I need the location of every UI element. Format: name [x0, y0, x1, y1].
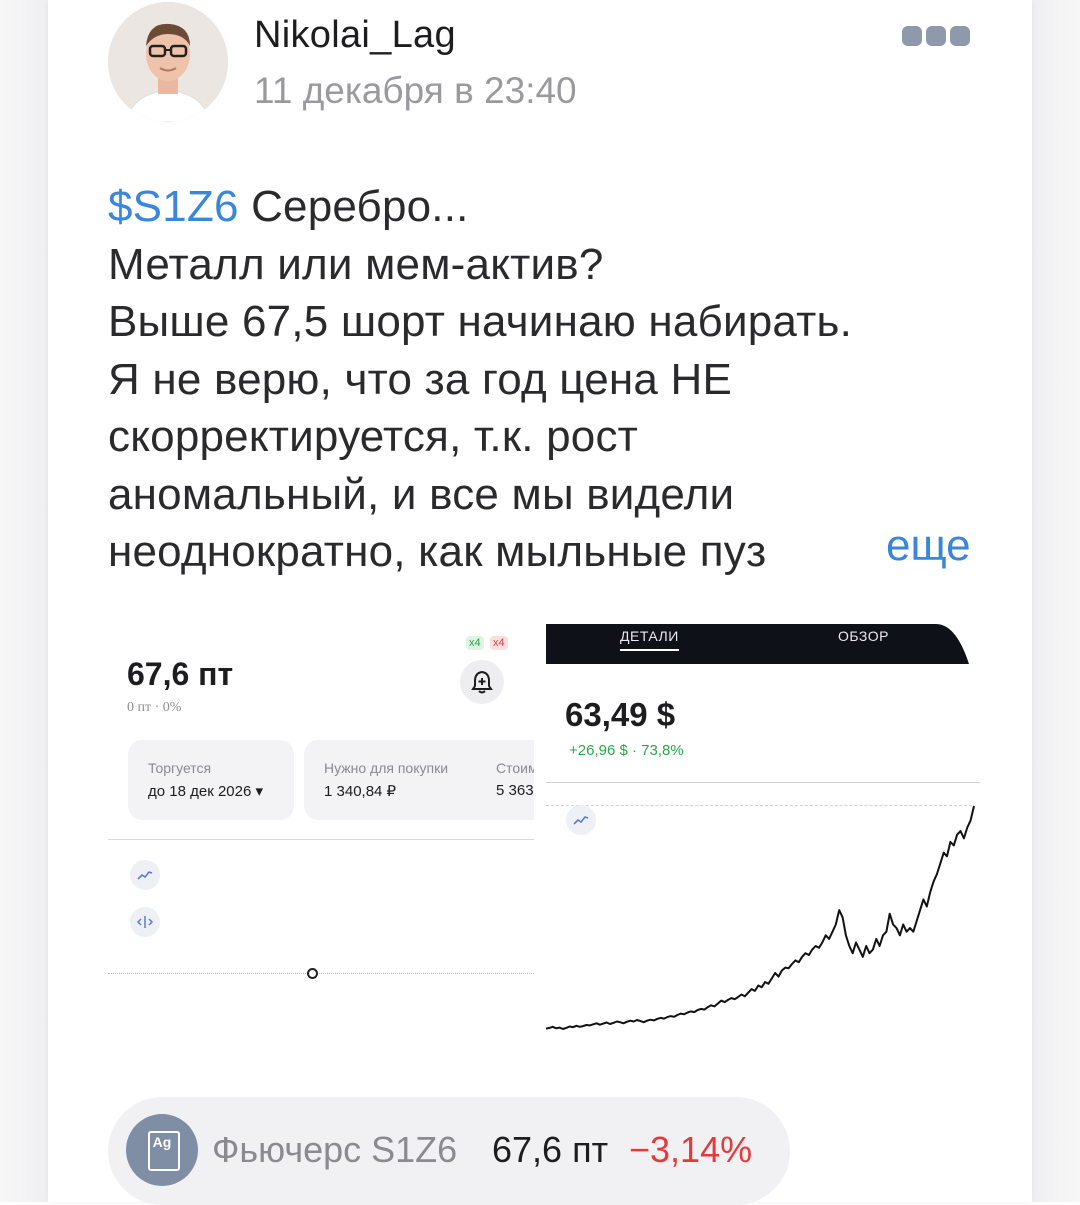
card-value: до 18 дек 2026 ▾ [148, 783, 264, 800]
right-margin [1032, 0, 1080, 1202]
silver-logo-icon: Ag [126, 1114, 198, 1186]
post-date: 11 декабря в 23:40 [254, 70, 577, 111]
post-line: Серебро... [238, 182, 469, 231]
post-line: Металл или мем-актив? [108, 239, 604, 289]
card-value: 5 363 [496, 782, 534, 799]
attached-screenshot-left[interactable]: 67,6 пт 0 пт · 0% x4 x4 Торгуется до 18 … [108, 624, 534, 1024]
dot-icon [902, 26, 922, 46]
left-margin [0, 0, 48, 1202]
attached-screenshot-right[interactable]: ДЕТАЛИ ОБЗОР 63,49 $ +26,96 $ · 73,8% [546, 624, 980, 1044]
instrument-price: 67,6 пт [492, 1129, 609, 1170]
dot-icon [950, 26, 970, 46]
split-arrows-icon [136, 916, 154, 928]
card-label: Стоим [496, 760, 534, 776]
dot-icon [926, 26, 946, 46]
trading-until-card[interactable]: Торгуется до 18 дек 2026 ▾ [128, 740, 294, 820]
author-avatar[interactable] [108, 2, 228, 122]
card-label: Нужно для покупки [324, 760, 449, 776]
price-point [307, 968, 318, 979]
post-text: $S1Z6 Серебро... Металл или мем-актив? В… [108, 178, 988, 581]
required-margin-card: Нужно для покупки 1 340,84 ₽ Стоим 5 363 [304, 740, 534, 820]
instrument-chip[interactable]: Ag Фьючерс S1Z6 67,6 пт −3,14% [108, 1097, 790, 1205]
futures-change: 0 пт · 0% [127, 700, 182, 715]
instrument-name: Фьючерс S1Z6 [212, 1129, 458, 1170]
post-line: скорректируется, т.к. рост [108, 412, 639, 461]
post-line: аномальный, и все мы видели [108, 469, 735, 519]
futures-price: 67,6 пт [127, 656, 234, 692]
avatar-photo [108, 2, 228, 122]
leverage-short-badge: x4 [490, 636, 508, 650]
more-options-icon[interactable] [902, 26, 972, 48]
ticker-link[interactable]: $S1Z6 [108, 182, 239, 231]
author-name[interactable]: Nikolai_Lag [254, 14, 456, 57]
instrument-change-percent: −3,14% [629, 1129, 753, 1170]
post-line: Выше 67,5 шорт начинаю набирать. [108, 297, 853, 346]
card-value: 1 340,84 ₽ [324, 783, 397, 800]
chart-type-icon[interactable] [130, 860, 160, 890]
show-more-link[interactable]: еще [880, 521, 971, 571]
leverage-long-badge: x4 [466, 636, 484, 650]
add-alert-icon[interactable] [460, 660, 504, 704]
post-line: неоднократно, как мыльные пуз [108, 527, 767, 576]
logo-label: Ag [152, 1134, 172, 1150]
price-series-line [546, 805, 975, 1030]
post-line: Я не верю, что за год цена НЕ [108, 354, 732, 404]
card-label: Торгуется [148, 760, 212, 776]
line-chart-icon [137, 871, 153, 880]
price-level-line [108, 973, 534, 974]
divider [108, 839, 534, 840]
silver-price-chart [546, 805, 975, 1030]
bell-plus-icon [471, 670, 493, 694]
compare-icon[interactable] [130, 907, 160, 937]
